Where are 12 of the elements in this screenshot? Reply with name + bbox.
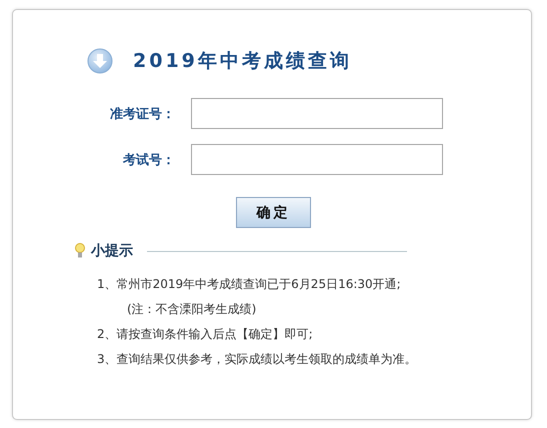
tip-text: 1、常州市2019年中考成绩查询已于6月25日16:30开通;: [97, 276, 402, 293]
tip-note: (注：不含溧阳考生成绩): [126, 301, 258, 318]
tip-text: 2、请按查询条件输入后点【确定】即可;: [97, 326, 314, 343]
field-label: 考试号：: [122, 152, 175, 168]
field-label: 准考证号：: [109, 106, 175, 122]
input-field[interactable]: [191, 144, 443, 175]
input-field[interactable]: [191, 98, 443, 129]
page-title: 2019年中考成绩查询: [133, 49, 352, 74]
tips-heading: 小提示: [91, 242, 133, 260]
tip-text: 3、查询结果仅供参考，实际成绩以考生领取的成绩单为准。: [97, 351, 418, 368]
confirm-button[interactable]: 确定: [236, 197, 311, 228]
lightbulb-icon: [75, 243, 85, 259]
